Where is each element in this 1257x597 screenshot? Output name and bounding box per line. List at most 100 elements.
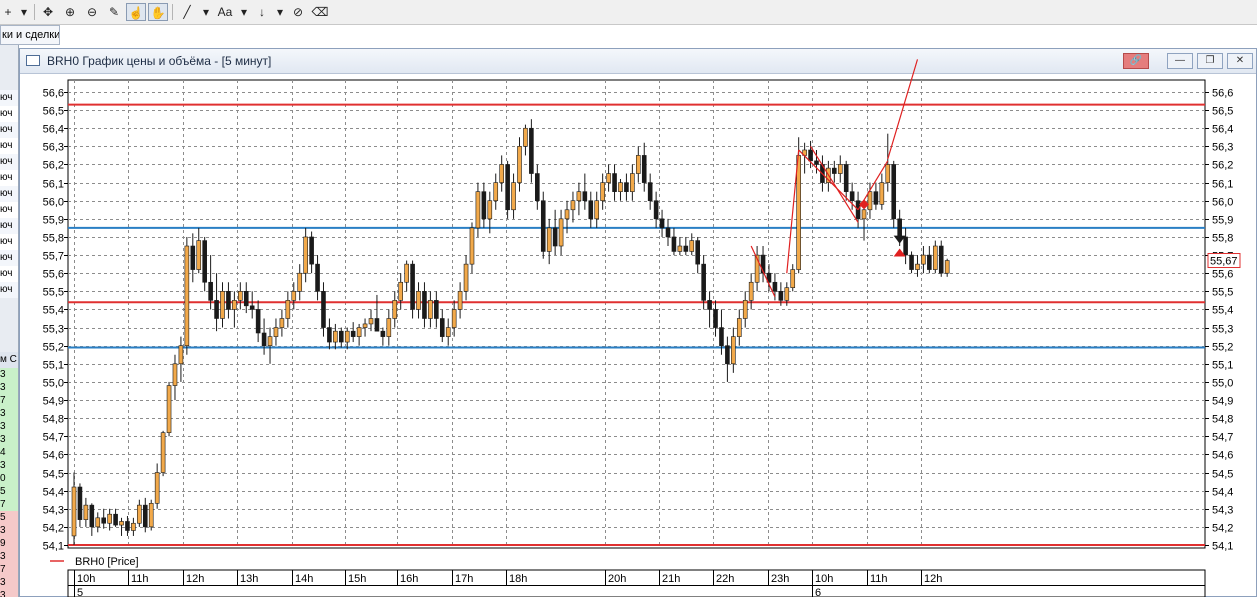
candle-body <box>564 209 570 220</box>
time-tick-label: 21h <box>662 573 680 585</box>
candle-body <box>113 513 118 526</box>
candle-body <box>137 504 142 524</box>
y-tick-label-right: 56,3 <box>1212 142 1233 154</box>
candle-body <box>689 240 695 252</box>
y-tick-label-right: 56,0 <box>1212 197 1233 209</box>
candle-body <box>220 291 225 319</box>
y-tick-label-left: 54,9 <box>43 396 64 408</box>
candle-body <box>867 191 873 211</box>
y-tick-label-left: 54,6 <box>43 450 64 462</box>
y-tick-label-right: 54,8 <box>1212 414 1233 426</box>
candle-body <box>938 245 944 274</box>
y-tick-label-left: 54,3 <box>43 505 64 517</box>
candle-body <box>83 504 89 520</box>
candle-body <box>505 164 510 211</box>
time-tick-label: 22h <box>716 573 734 585</box>
candle-body <box>327 327 332 343</box>
candle-body <box>630 173 635 192</box>
y-tick-label-left: 55,8 <box>43 233 64 245</box>
legend-label: BRH0 [Price] <box>75 556 139 568</box>
candle-body <box>861 209 867 220</box>
candle-body <box>594 200 600 220</box>
candle-body <box>451 309 457 328</box>
price-chart[interactable]: 56,6 56,6 56,5 56,5 56,4 56,4 56,3 56,3 56,2 56,2… <box>0 0 1257 597</box>
candle-body <box>843 164 849 192</box>
candle-body <box>434 300 439 319</box>
candle-body <box>849 191 855 202</box>
y-tick-label-left: 55,9 <box>43 215 64 227</box>
time-tick-label: 11h <box>870 573 888 585</box>
candle-body <box>416 291 421 310</box>
time-tick-label: 17h <box>455 573 473 585</box>
candle-body <box>77 486 83 520</box>
y-tick-label-left: 56,5 <box>43 106 64 118</box>
time-tick-label: 16h <box>400 573 418 585</box>
candle-body <box>362 323 368 328</box>
candle-body <box>261 332 267 346</box>
candle-body <box>232 300 237 310</box>
candle-body <box>511 182 516 211</box>
candle-body <box>273 327 279 337</box>
candle-body <box>671 236 677 252</box>
candle-body <box>95 517 101 528</box>
candle-body <box>321 291 326 328</box>
candle-body <box>243 291 249 307</box>
y-tick-label-right: 54,7 <box>1212 432 1233 444</box>
candle-body <box>291 291 297 301</box>
y-tick-label-left: 56,6 <box>43 88 64 100</box>
candle-body <box>214 300 219 319</box>
candle-body <box>202 240 207 283</box>
candle-body <box>552 227 558 247</box>
y-tick-label-right: 55,5 <box>1212 287 1233 299</box>
last-price-label: 55,67 <box>1210 256 1238 268</box>
y-tick-label-right: 56,4 <box>1212 124 1233 136</box>
candle-body <box>695 240 701 265</box>
y-tick-label-left: 56,0 <box>43 197 64 209</box>
candle-body <box>344 330 350 343</box>
candle-body <box>932 245 938 270</box>
candle-body <box>653 200 659 220</box>
candle-body <box>148 503 154 528</box>
candle-body <box>784 287 790 301</box>
candle-body <box>422 291 427 319</box>
plot-area <box>67 79 1206 549</box>
y-tick-label-right: 55,6 <box>1212 269 1233 281</box>
candle-body <box>814 160 819 165</box>
y-tick-label-left: 55,6 <box>43 269 64 281</box>
candle-body <box>410 263 415 310</box>
candle-body <box>927 254 932 270</box>
candle-body <box>891 164 897 220</box>
candle-body <box>178 345 184 365</box>
candle-body <box>612 173 617 192</box>
candle-body <box>463 263 469 292</box>
date-tick-label: 5 <box>77 587 83 597</box>
candle-body <box>226 291 231 310</box>
candle-body <box>790 269 796 288</box>
candle-body <box>445 327 451 337</box>
candle-body <box>837 164 843 174</box>
candle-body <box>487 200 493 220</box>
candle-body <box>125 521 130 531</box>
candle-body <box>529 127 534 174</box>
candle-body <box>101 517 106 524</box>
candle-body <box>107 513 112 524</box>
y-tick-label-left: 55,7 <box>43 251 64 263</box>
candle-body <box>279 318 285 328</box>
candle-body <box>570 200 576 211</box>
candle-body <box>725 345 730 365</box>
y-tick-label-left: 56,2 <box>43 160 64 172</box>
candle-body <box>808 149 813 162</box>
candle-body <box>154 472 160 504</box>
candle-body <box>588 200 594 220</box>
candle-body <box>380 330 386 337</box>
y-tick-label-right: 54,3 <box>1212 505 1233 517</box>
time-tick-label: 15h <box>348 573 366 585</box>
candle-body <box>499 164 504 183</box>
candle-body <box>546 227 552 252</box>
y-tick-label-right: 55,9 <box>1212 215 1233 227</box>
candle-body <box>208 281 213 301</box>
y-tick-label-left: 55,5 <box>43 287 64 299</box>
time-tick-label: 23h <box>771 573 789 585</box>
y-tick-label-right: 56,2 <box>1212 160 1233 172</box>
y-tick-label-left: 54,5 <box>43 469 64 481</box>
